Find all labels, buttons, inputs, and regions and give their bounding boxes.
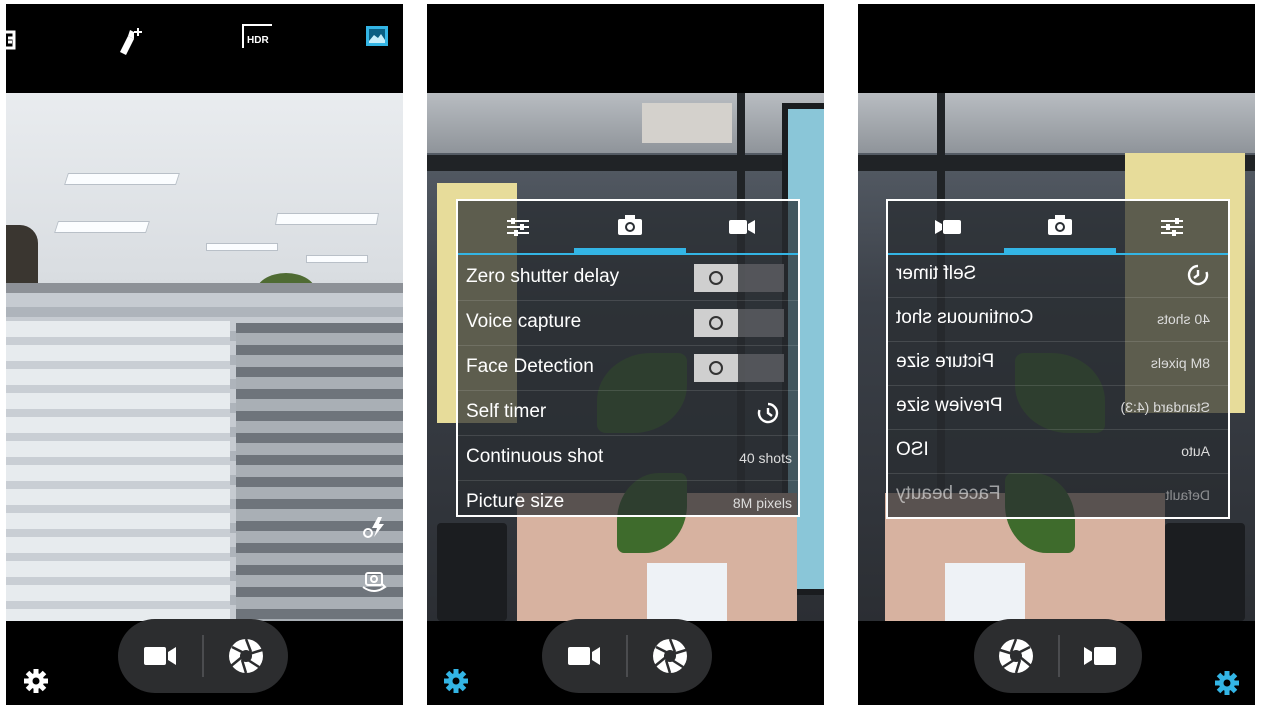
setting-row-voice-capture[interactable]: Voice capture	[458, 301, 798, 346]
pen-holder	[437, 523, 507, 621]
setting-row-iso[interactable]: ISO Auto	[888, 429, 1228, 474]
tab-general[interactable]	[1116, 201, 1228, 253]
tab-video[interactable]	[892, 201, 1004, 253]
camera-screen-main: HDR	[6, 4, 403, 705]
divider	[1058, 635, 1060, 677]
setting-row-zero-shutter[interactable]: Zero shutter delay	[458, 256, 798, 301]
business-card	[945, 563, 1025, 621]
tab-camera[interactable]	[574, 201, 686, 253]
ceiling-light	[206, 243, 278, 251]
ceiling-light	[306, 255, 368, 263]
setting-row-face-detection[interactable]: Face Detection	[458, 346, 798, 391]
setting-row-picture-size[interactable]: Picture size 8M pixels	[458, 481, 798, 515]
business-card	[647, 563, 727, 621]
gear-icon[interactable]	[23, 668, 49, 694]
viewfinder[interactable]	[6, 93, 403, 621]
capture-controls	[974, 619, 1142, 693]
setting-row-self-timer[interactable]: Self timer	[888, 253, 1228, 298]
setting-label: Zero shutter delay	[466, 266, 620, 287]
setting-label: Continuous shot	[896, 307, 1034, 328]
setting-value: 8M pixels	[732, 495, 792, 511]
poster	[642, 103, 732, 143]
flash-auto-icon[interactable]	[362, 515, 388, 539]
timer-icon	[757, 402, 779, 424]
magic-wand-icon[interactable]	[114, 26, 144, 56]
camera-icon	[618, 214, 642, 235]
sliders-icon	[507, 218, 529, 236]
setting-row-self-timer[interactable]: Self timer	[458, 391, 798, 436]
exposure-icon[interactable]	[6, 28, 30, 52]
settings-tabs	[458, 201, 798, 255]
tab-camera[interactable]	[1004, 201, 1116, 253]
capture-controls	[542, 619, 712, 693]
setting-value: Auto	[1181, 443, 1210, 459]
setting-label: Self timer	[896, 263, 977, 284]
setting-label: Preview size	[896, 395, 1003, 416]
setting-value: 8M pixels	[1150, 355, 1210, 371]
setting-value: 40 shots	[1157, 311, 1210, 327]
divider	[202, 635, 204, 677]
ceiling-light	[274, 213, 380, 225]
sliders-icon	[1161, 218, 1183, 236]
settings-panel: Zero shutter delay Voice capture Face De…	[456, 199, 800, 517]
tab-general[interactable]	[462, 201, 574, 253]
aperture-icon[interactable]	[224, 636, 268, 676]
top-bar	[858, 4, 1255, 93]
aperture-icon[interactable]	[994, 636, 1038, 676]
gear-icon[interactable]	[1214, 670, 1240, 696]
frosted-panel	[6, 321, 230, 621]
setting-label: Self timer	[466, 401, 547, 422]
picture-mode-icon[interactable]	[366, 26, 388, 46]
aperture-icon[interactable]	[648, 636, 692, 676]
divider	[626, 635, 628, 677]
hdr-icon[interactable]: HDR	[242, 24, 272, 48]
face-detection-toggle[interactable]	[694, 354, 784, 382]
setting-label: Face Detection	[466, 356, 594, 377]
setting-label: Voice capture	[466, 311, 582, 332]
setting-label: Picture size	[466, 491, 565, 512]
tab-video[interactable]	[686, 201, 798, 253]
ceiling-light	[64, 173, 180, 185]
cubicle-top	[427, 93, 824, 153]
setting-label: Picture size	[896, 351, 995, 372]
setting-row-preview-size[interactable]: Preview size Standard (4:3)	[888, 385, 1228, 430]
ceiling-light	[54, 221, 150, 233]
zero-shutter-toggle[interactable]	[694, 264, 784, 292]
video-camera-icon	[935, 220, 961, 234]
camera-screen-settings: Zero shutter delay Voice capture Face De…	[427, 4, 824, 705]
camera-icon	[1048, 214, 1072, 235]
setting-row-picture-size[interactable]: Picture size 8M pixels	[888, 341, 1228, 386]
setting-row-continuous-shot[interactable]: Continuous shot 40 shots	[888, 297, 1228, 342]
person-silhouette	[6, 225, 38, 287]
setting-label: Face beauty	[896, 483, 1001, 504]
settings-tabs	[888, 201, 1228, 255]
setting-value: 40 shots	[739, 450, 792, 466]
setting-value: Standard (4:3)	[1120, 399, 1211, 415]
camera-screen-settings-mirrored: Self timer Continuous shot 40 shots Pict…	[858, 4, 1255, 705]
capture-controls	[118, 619, 288, 693]
switch-camera-icon[interactable]	[360, 569, 388, 595]
setting-row-continuous-shot[interactable]: Continuous shot 40 shots	[458, 436, 798, 481]
cubicle-top	[858, 93, 1255, 153]
pen-holder	[1165, 523, 1245, 621]
gear-icon[interactable]	[443, 668, 469, 694]
cubicle-rail	[427, 155, 824, 171]
video-camera-icon[interactable]	[1078, 636, 1122, 676]
timer-icon	[1187, 264, 1209, 286]
top-bar	[427, 4, 824, 93]
hdr-label: HDR	[247, 35, 269, 46]
settings-panel: Self timer Continuous shot 40 shots Pict…	[886, 199, 1230, 519]
video-camera-icon[interactable]	[138, 636, 182, 676]
top-toolbar: HDR	[6, 4, 403, 93]
video-camera-icon	[729, 220, 755, 234]
toggle-knob	[694, 309, 738, 337]
voice-capture-toggle[interactable]	[694, 309, 784, 337]
setting-label: Continuous shot	[466, 446, 604, 467]
setting-row-face-beauty[interactable]: Face beauty Default	[888, 473, 1228, 517]
setting-label: ISO	[896, 439, 929, 460]
toggle-knob	[694, 264, 738, 292]
video-camera-icon[interactable]	[562, 636, 606, 676]
setting-value: Default	[1165, 487, 1210, 503]
toggle-knob	[694, 354, 738, 382]
